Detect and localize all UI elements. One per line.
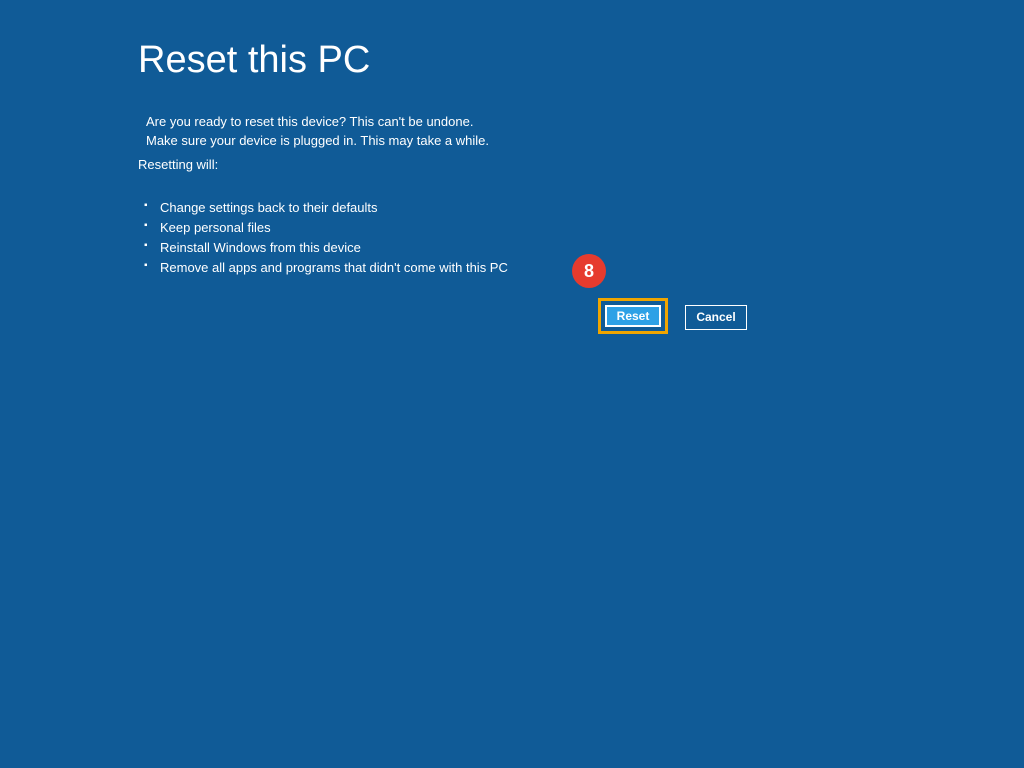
list-item: Change settings back to their defaults [148,198,898,218]
reset-button[interactable]: Reset [605,305,661,327]
reset-actions-list: Change settings back to their defaults K… [148,198,898,279]
page-title: Reset this PC [138,40,898,82]
list-item: Reinstall Windows from this device [148,238,898,258]
intro-line-1: Are you ready to reset this device? This… [146,112,898,132]
list-item: Remove all apps and programs that didn't… [148,258,898,278]
cancel-button[interactable]: Cancel [685,305,747,330]
step-annotation-badge: 8 [572,254,606,288]
list-item: Keep personal files [148,218,898,238]
intro-text: Are you ready to reset this device? This… [146,112,898,151]
reset-button-highlight: Reset [598,298,668,334]
button-row: Reset Cancel [598,298,747,334]
intro-line-2: Make sure your device is plugged in. Thi… [146,131,898,151]
resetting-will-label: Resetting will: [138,157,898,172]
